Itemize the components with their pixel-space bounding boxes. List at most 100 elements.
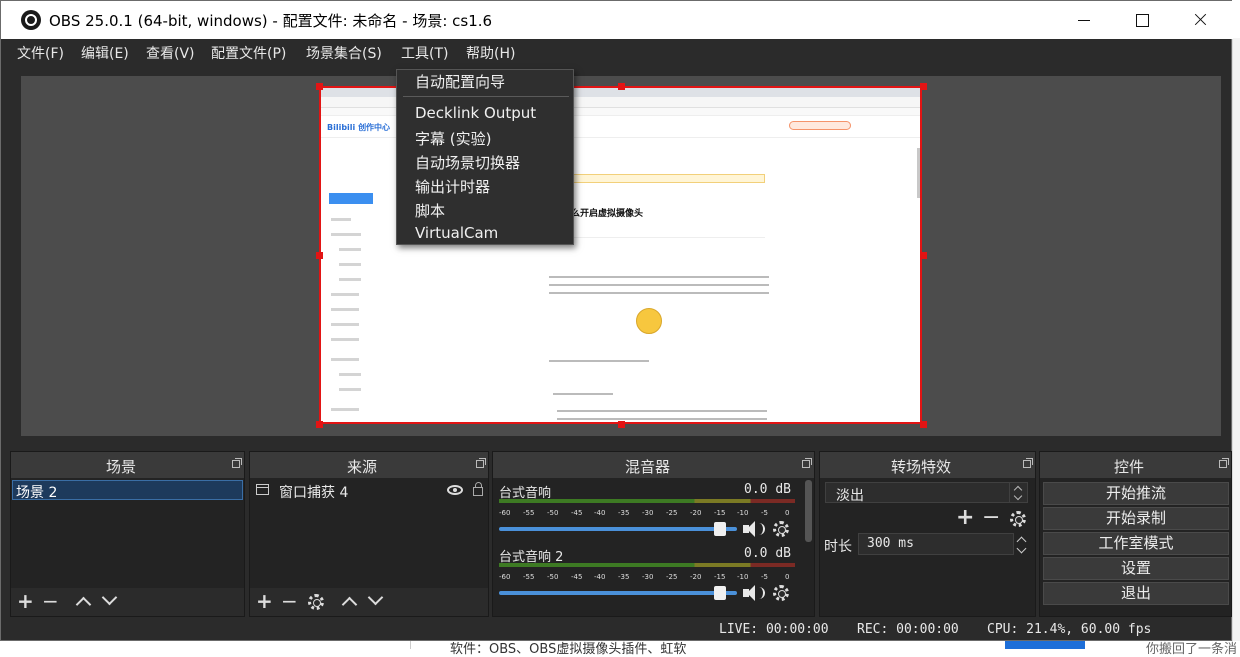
meter-tick-label: 0 <box>785 509 790 517</box>
move-scene-up-icon[interactable] <box>75 596 92 613</box>
meter-tick-label: -50 <box>547 509 559 517</box>
preview-nav-line <box>331 218 351 221</box>
maximize-button[interactable] <box>1119 1 1165 39</box>
move-source-down-icon[interactable] <box>367 589 384 606</box>
audio-settings-gear-icon[interactable] <box>773 521 789 537</box>
preview-text-line <box>549 276 769 278</box>
mixer-dock-header: 混音器 <box>493 452 814 478</box>
menu-scene-collection[interactable]: 场景集合(S) <box>306 43 382 63</box>
lock-icon[interactable] <box>473 482 483 496</box>
settings-button[interactable]: 设置 <box>1043 557 1229 580</box>
menu-tools[interactable]: 工具(T) <box>401 43 448 63</box>
source-list-item[interactable]: 窗口捕获 4 <box>251 480 487 502</box>
tools-dropdown-menu: 自动配置向导 Decklink Output 字幕 (实验) 自动场景切换器 输… <box>396 69 574 245</box>
preview-text-line <box>557 418 767 420</box>
preview-emoji-image <box>636 308 662 334</box>
scenes-dock-title: 场景 <box>106 458 137 476</box>
background-right-strip <box>1232 38 1240 649</box>
volume-slider-track[interactable] <box>499 527 737 531</box>
resize-handle[interactable] <box>316 83 323 90</box>
menu-profile[interactable]: 配置文件(P) <box>211 43 286 63</box>
background-divider <box>410 641 411 649</box>
preview-nav-line <box>339 388 361 391</box>
window-title: OBS 25.0.1 (64-bit, windows) - 配置文件: 未命名… <box>49 12 493 30</box>
float-dock-icon[interactable] <box>1219 458 1229 468</box>
transitions-dock-title: 转场特效 <box>891 458 952 476</box>
resize-handle[interactable] <box>920 421 927 428</box>
start-streaming-button[interactable]: 开始推流 <box>1043 482 1229 505</box>
speaker-mute-icon[interactable] <box>743 584 767 602</box>
preview-area[interactable]: Bilibili 创作中心 么开启虚拟摄像头 <box>21 76 1221 436</box>
move-scene-down-icon[interactable] <box>101 589 118 606</box>
mixer-channel-db: 0.0 dB <box>744 482 791 497</box>
float-dock-icon[interactable] <box>1023 458 1033 468</box>
audio-level-meter <box>499 499 795 503</box>
resize-handle[interactable] <box>618 421 625 428</box>
transition-select[interactable]: 淡出 <box>825 482 1028 504</box>
resize-handle[interactable] <box>618 83 625 90</box>
menu-item-captions[interactable]: 字幕 (实验) <box>415 128 491 149</box>
volume-slider-track[interactable] <box>499 591 737 595</box>
volume-slider-knob[interactable] <box>714 586 726 600</box>
menu-edit[interactable]: 编辑(E) <box>81 43 129 63</box>
transition-properties-gear-icon[interactable] <box>1010 511 1026 527</box>
meter-tick-label: -15 <box>714 509 726 517</box>
preview-site-button <box>789 121 851 130</box>
float-dock-icon[interactable] <box>232 458 242 468</box>
mixer-scrollbar[interactable] <box>805 480 812 542</box>
visibility-eye-icon[interactable] <box>447 485 463 495</box>
menu-help[interactable]: 帮助(H) <box>466 43 515 63</box>
add-transition-plus-icon[interactable]: + <box>956 507 974 529</box>
source-properties-gear-icon[interactable] <box>308 594 324 610</box>
menu-item-auto-config-wizard[interactable]: 自动配置向导 <box>415 71 505 92</box>
minimize-button[interactable] <box>1061 1 1107 39</box>
remove-scene-minus-icon[interactable]: − <box>42 591 59 611</box>
meter-tick-label: -5 <box>761 509 768 517</box>
remove-source-minus-icon[interactable]: − <box>281 591 298 611</box>
start-recording-button[interactable]: 开始录制 <box>1043 507 1229 530</box>
resize-handle[interactable] <box>920 252 927 259</box>
move-source-up-icon[interactable] <box>341 596 358 613</box>
meter-tick-label: -45 <box>571 573 583 581</box>
controls-dock-header: 控件 <box>1040 452 1231 478</box>
close-button[interactable] <box>1177 1 1223 39</box>
menu-bar: 文件(F) 编辑(E) 查看(V) 配置文件(P) 场景集合(S) 工具(T) … <box>1 39 1231 67</box>
meter-tick-label: -50 <box>547 573 559 581</box>
menu-file[interactable]: 文件(F) <box>17 43 64 63</box>
float-dock-icon[interactable] <box>802 458 812 468</box>
menu-view[interactable]: 查看(V) <box>146 43 195 63</box>
float-dock-icon[interactable] <box>476 458 486 468</box>
speaker-mute-icon[interactable] <box>743 520 767 538</box>
add-scene-plus-icon[interactable]: + <box>17 591 34 611</box>
preview-nav-line <box>331 293 359 296</box>
resize-handle[interactable] <box>316 421 323 428</box>
remove-transition-minus-icon[interactable]: − <box>982 507 1000 529</box>
preview-upload-button <box>329 193 373 204</box>
resize-handle[interactable] <box>316 252 323 259</box>
transitions-dock-header: 转场特效 <box>820 452 1035 478</box>
menu-item-output-timer[interactable]: 输出计时器 <box>415 176 490 197</box>
duration-spinner-icon[interactable] <box>1014 533 1030 555</box>
volume-slider-knob[interactable] <box>714 522 726 536</box>
meter-tick-label: 0 <box>785 573 790 581</box>
menu-item-virtualcam[interactable]: VirtualCam <box>415 224 498 242</box>
scenes-dock-footer: + − <box>11 588 244 616</box>
audio-level-meter <box>499 563 795 567</box>
menu-item-decklink-output[interactable]: Decklink Output <box>415 104 536 122</box>
exit-button[interactable]: 退出 <box>1043 582 1229 605</box>
rec-timer: REC: 00:00:00 <box>857 622 959 637</box>
scene-item-label: 场景 2 <box>16 485 58 501</box>
scene-list-item[interactable]: 场景 2 <box>12 480 243 501</box>
resize-handle[interactable] <box>920 83 927 90</box>
menu-item-scripts[interactable]: 脚本 <box>415 200 445 221</box>
audio-settings-gear-icon[interactable] <box>773 585 789 601</box>
meter-tick-label: -45 <box>571 509 583 517</box>
menu-item-auto-scene-switcher[interactable]: 自动场景切换器 <box>415 152 520 173</box>
studio-mode-button[interactable]: 工作室模式 <box>1043 532 1229 555</box>
add-source-plus-icon[interactable]: + <box>256 591 273 611</box>
meter-tick-label: -20 <box>690 509 702 517</box>
meter-tick-label: -60 <box>499 509 511 517</box>
duration-input[interactable]: 300 ms <box>858 533 1014 555</box>
meter-tick-label: -55 <box>523 509 535 517</box>
preview-editor-toolbar <box>565 228 765 238</box>
